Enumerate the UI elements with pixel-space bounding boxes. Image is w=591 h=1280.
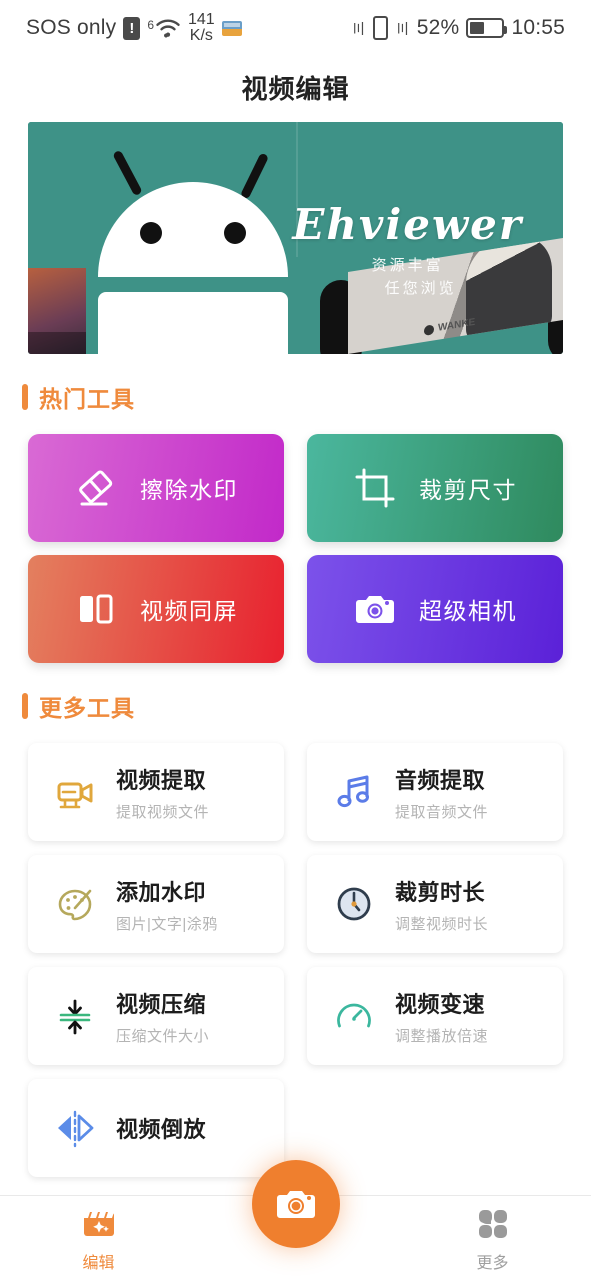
more-tool-text: 视频提取提取视频文件 — [116, 763, 209, 822]
hot-tool-card-1[interactable]: 裁剪尺寸 — [307, 434, 563, 542]
hot-tool-label: 裁剪尺寸 — [419, 477, 517, 503]
compress-icon — [54, 995, 96, 1037]
hot-tool-card-0[interactable]: 擦除水印 — [28, 434, 284, 542]
vibrate-icon — [372, 16, 388, 40]
hot-tool-label: 视频同屏 — [140, 598, 238, 624]
battery-fill — [470, 22, 485, 34]
app-root: SOS only 6 141 K/s 〣 〣 52% — [0, 0, 591, 1280]
nav-item-more[interactable]: 更多 — [413, 1204, 573, 1273]
more-tool-card-2[interactable]: 添加水印图片|文字|涂鸦 — [28, 855, 284, 953]
vibrate-left-wave-icon: 〣 — [350, 20, 366, 38]
hot-tool-label: 超级相机 — [419, 598, 517, 624]
more-tool-subtitle: 图片|文字|涂鸦 — [116, 915, 218, 933]
battery-percent-label: 52% — [416, 16, 460, 39]
section-header-more-tools: 更多工具 — [22, 689, 591, 723]
network-speed-value: 141 — [188, 11, 215, 28]
hot-tools-grid: 擦除水印 裁剪尺寸视频同屏 超级相机 — [28, 434, 563, 663]
more-tool-title: 音频提取 — [395, 767, 486, 793]
more-tool-card-6[interactable]: 视频倒放 — [28, 1079, 284, 1177]
robot-eye-right — [224, 222, 246, 244]
more-tool-subtitle: 调整播放倍速 — [395, 1027, 489, 1045]
banner-tagline-line1: 资源丰富 — [371, 257, 444, 274]
more-tool-card-3[interactable]: 裁剪时长调整视频时长 — [307, 855, 563, 953]
camera-icon — [353, 587, 397, 631]
app-badge-icon — [221, 20, 242, 36]
camera-fab-button[interactable] — [251, 1160, 340, 1248]
more-tool-text: 音频提取提取音频文件 — [395, 763, 488, 822]
camcorder-icon — [54, 771, 96, 813]
robot-head — [98, 182, 288, 277]
wifi-glyph — [156, 19, 180, 38]
more-tool-title: 添加水印 — [116, 879, 207, 905]
clapperboard-sparkle-icon — [80, 1204, 118, 1242]
section-title-hot-tools: 热门工具 — [39, 386, 135, 412]
android-robot-icon — [68, 144, 298, 354]
more-tool-text: 视频变速调整播放倍速 — [395, 987, 488, 1046]
palette-icon — [54, 883, 96, 925]
more-tool-text: 视频倒放 — [116, 1112, 206, 1144]
split-screen-icon — [74, 587, 118, 631]
reverse-icon — [54, 1107, 96, 1149]
status-bar-right: 〣 〣 52% 10:55 — [351, 16, 565, 40]
network-speed: 141 K/s — [188, 12, 215, 44]
banner-tagline-line2: 任您浏览 — [384, 279, 457, 297]
crop-icon — [353, 466, 397, 510]
more-tool-title: 裁剪时长 — [395, 879, 486, 905]
status-bar-left: SOS only 6 141 K/s — [26, 12, 242, 44]
more-tool-card-1[interactable]: 音频提取提取音频文件 — [307, 743, 563, 841]
more-tool-title: 视频提取 — [116, 767, 207, 793]
nav-item-edit[interactable]: 编辑 — [19, 1204, 179, 1273]
network-generation-label: 6 — [147, 18, 154, 32]
page-header: 视频编辑 — [0, 56, 591, 118]
section-accent-bar — [22, 693, 28, 719]
speedometer-icon — [333, 995, 375, 1037]
section-header-hot-tools: 热门工具 — [22, 380, 591, 414]
section-accent-bar — [22, 384, 28, 410]
camera-icon — [276, 1191, 315, 1218]
hot-tool-card-3[interactable]: 超级相机 — [307, 555, 563, 663]
more-tool-title: 视频变速 — [395, 991, 486, 1017]
more-tool-subtitle: 调整视频时长 — [395, 915, 489, 933]
robot-eye-left — [140, 222, 162, 244]
wifi-icon: 6 — [147, 16, 181, 40]
more-tool-card-0[interactable]: 视频提取提取视频文件 — [28, 743, 284, 841]
more-tools-grid: 视频提取提取视频文件 音频提取提取音频文件添加水印图片|文字|涂鸦 裁剪时长调整视频… — [28, 743, 563, 1177]
banner-brand-block: Ehviewer 资源丰富 任您浏览 — [292, 200, 523, 300]
more-tool-subtitle: 提取视频文件 — [116, 803, 210, 821]
watermark-dot-icon — [424, 323, 434, 336]
status-bar: SOS only 6 141 K/s 〣 〣 52% — [0, 0, 591, 56]
hot-tool-label: 擦除水印 — [140, 477, 238, 503]
more-tool-title: 视频压缩 — [116, 991, 207, 1017]
more-tool-title: 视频倒放 — [116, 1117, 207, 1142]
grid-icon — [474, 1204, 512, 1242]
promo-banner[interactable]: WANKE Ehviewer 资源丰富 任您浏览 — [28, 122, 563, 354]
more-tool-card-5[interactable]: 视频变速调整播放倍速 — [307, 967, 563, 1065]
page-title: 视频编辑 — [241, 73, 350, 104]
hot-tool-card-2[interactable]: 视频同屏 — [28, 555, 284, 663]
robot-body — [98, 292, 288, 354]
more-tool-text: 视频压缩压缩文件大小 — [116, 987, 209, 1046]
network-speed-unit: K/s — [189, 27, 213, 44]
carrier-label: SOS only — [26, 16, 117, 39]
banner-brand-name: Ehviewer — [292, 200, 523, 249]
more-tool-text: 添加水印图片|文字|涂鸦 — [116, 875, 218, 934]
section-title-more-tools: 更多工具 — [39, 695, 135, 721]
eraser-icon — [74, 466, 118, 510]
robot-antenna-right — [239, 152, 270, 200]
banner-tagline: 资源丰富 任您浏览 — [292, 255, 523, 300]
clock-icon — [333, 883, 375, 925]
clock-label: 10:55 — [511, 16, 565, 39]
more-tool-subtitle: 提取音频文件 — [395, 803, 489, 821]
music-note-icon — [333, 771, 375, 813]
more-tool-text: 裁剪时长调整视频时长 — [395, 875, 488, 934]
more-tool-subtitle: 压缩文件大小 — [116, 1027, 210, 1045]
nav-label-edit: 编辑 — [82, 1254, 115, 1272]
sim-alert-icon — [123, 16, 141, 40]
more-tool-card-4[interactable]: 视频压缩压缩文件大小 — [28, 967, 284, 1065]
nav-label-more: 更多 — [476, 1254, 509, 1272]
robot-antenna-left — [112, 149, 143, 197]
vibrate-right-wave-icon: 〣 — [394, 20, 410, 38]
battery-icon — [466, 18, 508, 38]
